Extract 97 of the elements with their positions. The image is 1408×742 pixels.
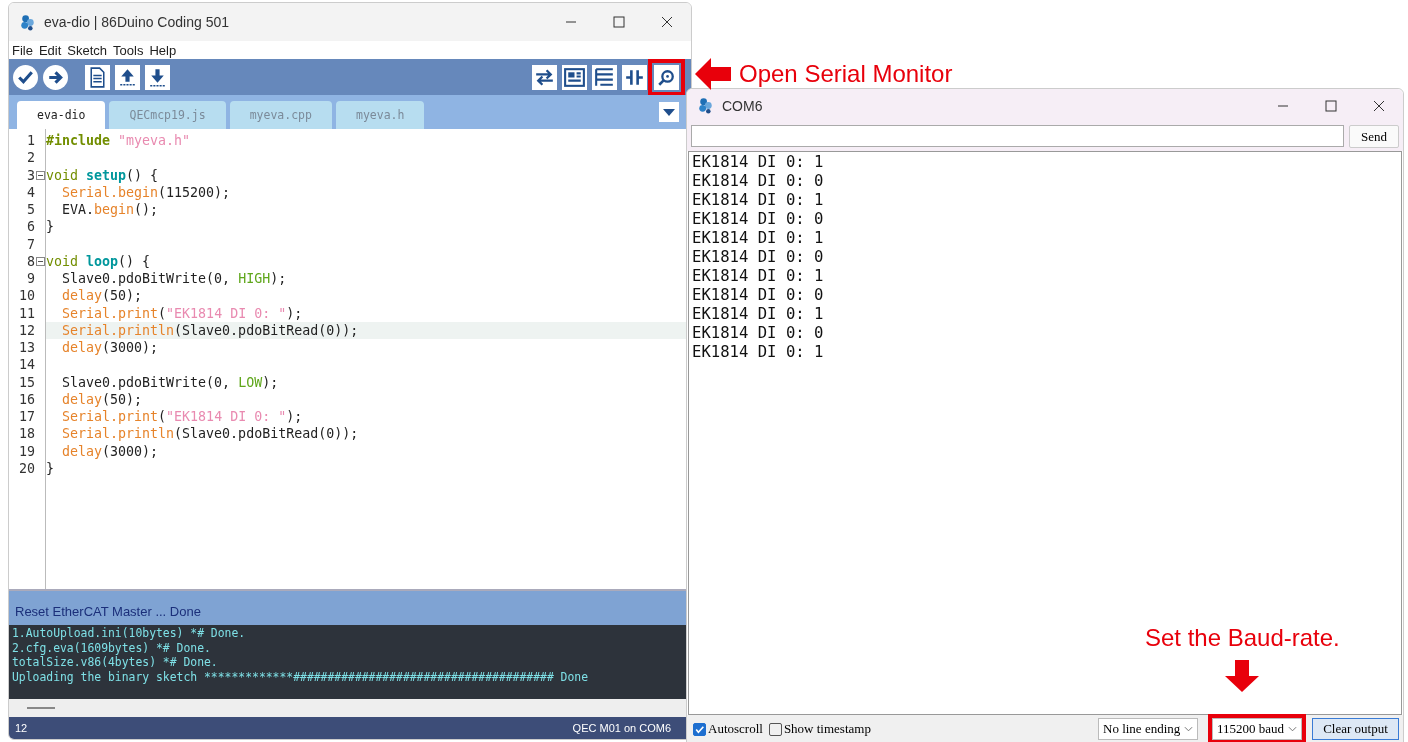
line-number: 8 xyxy=(26,253,35,269)
output-line: EK1814 DI 0: 0 xyxy=(691,248,825,267)
line-number: 11 xyxy=(18,305,35,321)
board-port-label: QEC M01 on COM6 xyxy=(572,722,671,734)
scrollbar-thumb[interactable] xyxy=(27,707,55,709)
console-line: Uploading the binary sketch *************###################################### Done xyxy=(12,669,590,684)
line-number: 9 xyxy=(26,271,35,287)
line-number: 6 xyxy=(26,219,35,235)
clear-output-button[interactable]: Clear output xyxy=(1312,718,1399,740)
line-number: 20 xyxy=(18,460,35,476)
menu-item[interactable]: Tools xyxy=(113,42,144,58)
line-number: 13 xyxy=(18,340,35,356)
line-number: 2 xyxy=(26,150,35,166)
maximize-icon[interactable] xyxy=(1325,99,1337,112)
output-line: EK1814 DI 0: 1 xyxy=(691,343,825,362)
checkbox-label: Autoscroll xyxy=(708,721,763,737)
fold-icon[interactable] xyxy=(36,170,45,180)
line-indicator: 12 xyxy=(15,722,28,734)
menu-item[interactable]: Help xyxy=(149,42,177,58)
output-line: EK1814 DI 0: 1 xyxy=(691,191,825,210)
swap-arrows-icon[interactable] xyxy=(532,64,557,90)
code-line: #include "myeva.h" xyxy=(46,133,191,149)
fold-icon[interactable] xyxy=(36,256,45,266)
output-line: EK1814 DI 0: 0 xyxy=(691,172,825,191)
menu-item[interactable]: File xyxy=(12,42,33,58)
maximize-icon[interactable] xyxy=(613,16,625,28)
line-number: 17 xyxy=(18,409,35,425)
line-number: 3 xyxy=(26,167,35,183)
bracket-icon[interactable] xyxy=(622,64,647,90)
annotation-label: Open Serial Monitor xyxy=(739,60,953,88)
line-number: 19 xyxy=(18,443,35,459)
line-number: 4 xyxy=(26,184,35,200)
code-line: delay(50); xyxy=(61,391,143,407)
code-line: } xyxy=(46,219,54,235)
document-icon[interactable] xyxy=(85,64,110,90)
code-line: Serial.println(Slave0.pdoBitRead(0)); xyxy=(61,322,359,338)
chevron-down-icon[interactable] xyxy=(1288,726,1297,732)
code-line: Serial.print("EK1814 DI 0: "); xyxy=(61,409,303,425)
menu-item[interactable]: Sketch xyxy=(67,42,108,58)
checkbox-label: Show timestamp xyxy=(783,721,871,737)
list-icon[interactable] xyxy=(592,64,617,90)
app-logo-icon xyxy=(19,13,36,31)
code-line: Serial.println(Slave0.pdoBitRead(0)); xyxy=(61,426,359,442)
close-icon[interactable] xyxy=(661,16,673,28)
code-line: Serial.print("EK1814 DI 0: "); xyxy=(61,305,303,321)
code-line: EVA.begin(); xyxy=(61,202,159,218)
line-number: 16 xyxy=(18,391,35,407)
code-line: Slave0.pdoBitWrite(0, HIGH); xyxy=(61,271,287,287)
output-line: EK1814 DI 0: 0 xyxy=(691,324,825,343)
close-icon[interactable] xyxy=(1373,99,1385,112)
line-number: 7 xyxy=(26,236,35,252)
output-line: EK1814 DI 0: 0 xyxy=(691,286,825,305)
code-line: delay(3000); xyxy=(61,443,159,459)
callout-arrow xyxy=(695,58,731,90)
line-number: 15 xyxy=(18,374,35,390)
window-title: eva-dio | 86Duino Coding 501 xyxy=(44,14,229,30)
code-line: void setup() { xyxy=(46,167,159,183)
app-logo-icon xyxy=(697,97,714,114)
line-number: 18 xyxy=(18,426,35,442)
dropdown-value: 115200 baud xyxy=(1217,721,1285,737)
check-icon[interactable] xyxy=(13,64,38,90)
code-line: } xyxy=(46,460,54,476)
autoscroll-checkbox[interactable] xyxy=(693,722,706,736)
output-line: EK1814 DI 0: 1 xyxy=(691,229,825,248)
output-line: EK1814 DI 0: 0 xyxy=(691,210,825,229)
line-ending-dropdown[interactable]: No line ending xyxy=(1098,718,1198,740)
baud-rate-dropdown[interactable]: 115200 baud xyxy=(1212,718,1302,740)
console-line: totalSize.v86(4bytes) *# Done. xyxy=(12,655,219,670)
dropdown-icon[interactable] xyxy=(659,102,679,122)
output-line: EK1814 DI 0: 1 xyxy=(691,153,825,172)
code-line: void loop() { xyxy=(46,253,151,269)
window-title: COM6 xyxy=(722,97,763,114)
output-line: EK1814 DI 0: 1 xyxy=(691,267,825,286)
search-icon[interactable] xyxy=(654,64,679,90)
file-tab[interactable]: eva-dio xyxy=(17,101,106,129)
dropdown-value: No line ending xyxy=(1103,721,1181,737)
line-number: 10 xyxy=(18,288,35,304)
callout-arrow xyxy=(1225,660,1260,692)
board-icon[interactable] xyxy=(562,64,587,90)
status-message: Reset EtherCAT Master ... Done xyxy=(15,603,201,619)
code-line: delay(3000); xyxy=(61,340,159,356)
timestamp-checkbox[interactable] xyxy=(768,722,782,736)
code-line: delay(50); xyxy=(61,288,143,304)
send-button[interactable]: Send xyxy=(1349,125,1399,148)
line-number: 1 xyxy=(26,133,35,149)
chevron-down-icon[interactable] xyxy=(1184,726,1193,732)
line-number: 5 xyxy=(26,202,35,218)
output-line: EK1814 DI 0: 1 xyxy=(691,305,825,324)
console-line: 2.cfg.eva(1609bytes) *# Done. xyxy=(12,640,212,655)
code-line: Slave0.pdoBitWrite(0, LOW); xyxy=(61,374,279,390)
menu-item[interactable]: Edit xyxy=(38,42,62,58)
code-line: Serial.begin(115200); xyxy=(61,184,231,200)
arrow-right-icon[interactable] xyxy=(43,64,68,90)
console-line: 1.AutoUpload.ini(10bytes) *# Done. xyxy=(12,626,247,641)
annotation-label: Set the Baud-rate. xyxy=(1145,624,1340,652)
input-field[interactable] xyxy=(691,125,1344,147)
line-number: 14 xyxy=(18,357,35,373)
